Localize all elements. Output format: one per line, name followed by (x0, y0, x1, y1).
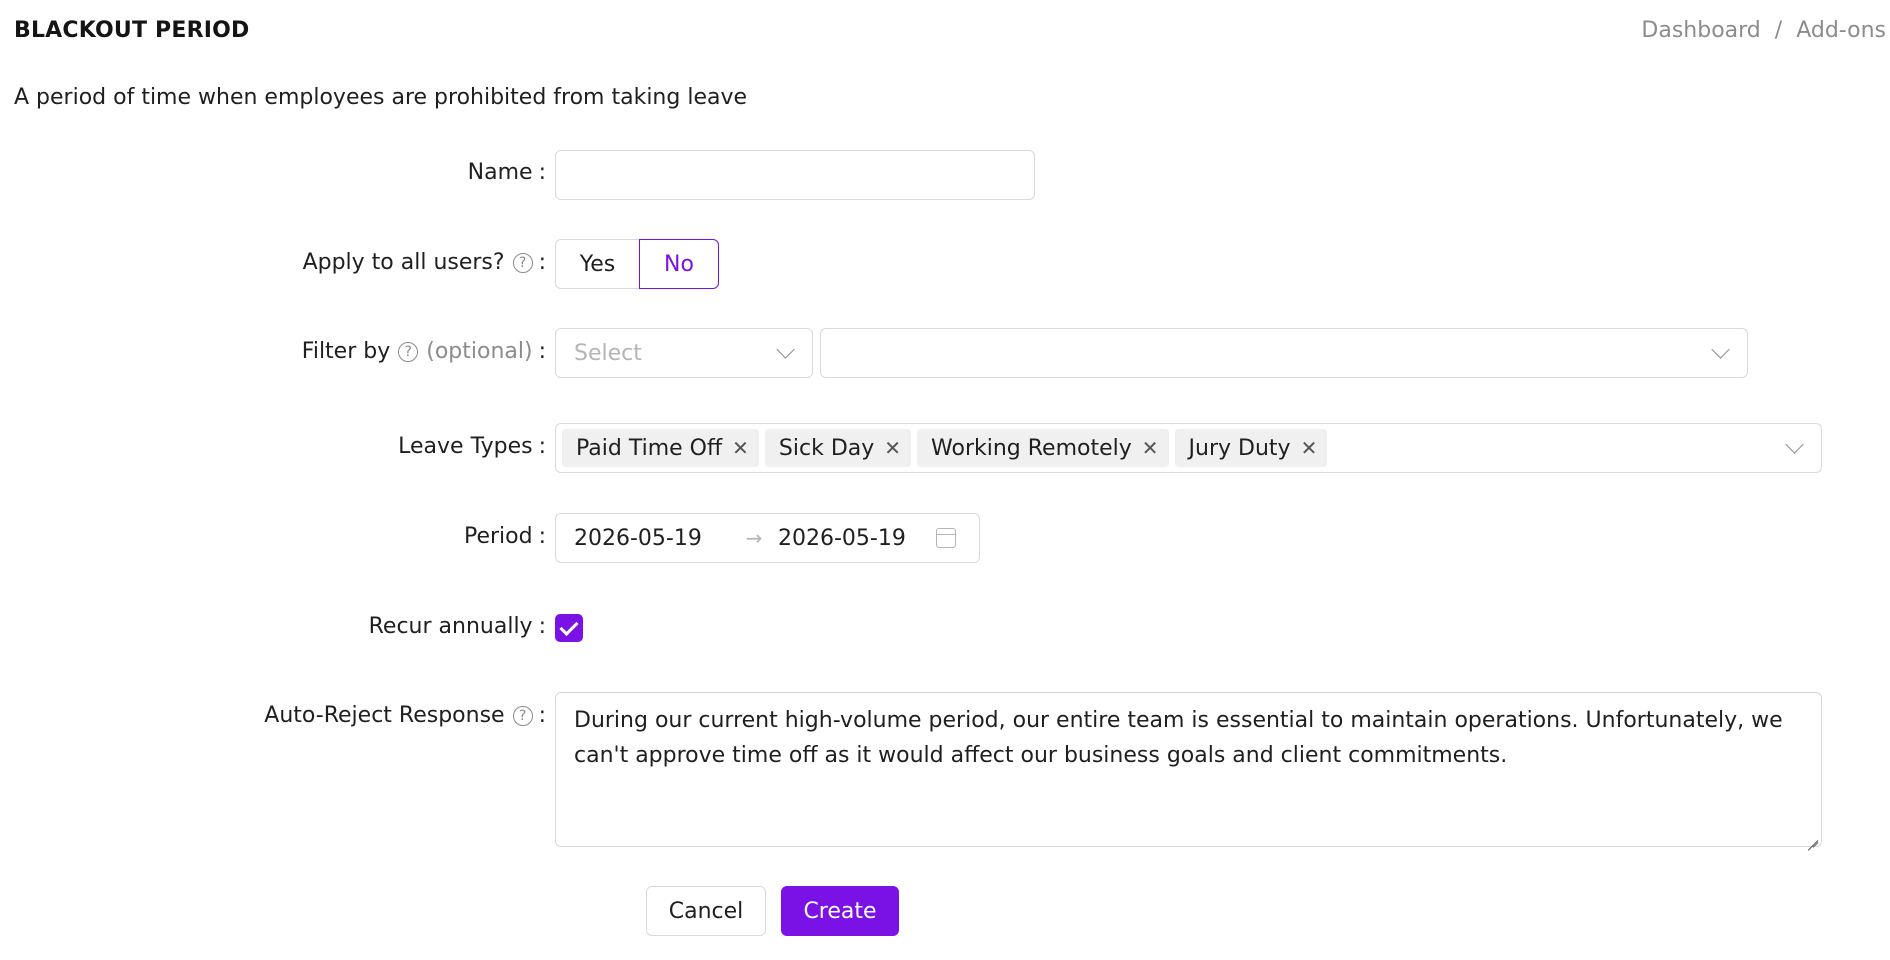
leave-type-tag: Working Remotely ✕ (917, 429, 1169, 467)
recur-label-text: Recur annually (368, 614, 533, 639)
period-label-text: Period (463, 524, 533, 549)
filter-by-label-text: Filter by (301, 339, 391, 364)
recur-label: Recur annually: (369, 614, 546, 639)
help-icon[interactable]: ? (512, 705, 533, 726)
page-title: BLACKOUT PERIOD (14, 18, 250, 43)
recur-annually-checkbox[interactable] (555, 614, 583, 642)
leave-type-tag: Paid Time Off ✕ (562, 429, 759, 467)
leave-type-tag: Jury Duty ✕ (1174, 429, 1328, 467)
apply-all-label-text: Apply to all users? (302, 250, 505, 275)
name-field-wrapper (555, 150, 1035, 200)
apply-all-toggle: Yes No (555, 239, 719, 289)
close-icon[interactable]: ✕ (1301, 436, 1318, 460)
filter-value-select[interactable] (820, 328, 1748, 378)
arrow-right-icon: → (745, 526, 763, 550)
leave-type-tags: Paid Time Off ✕ Sick Day ✕ Working Remotel… (562, 429, 1788, 467)
apply-all-label: Apply to all users? ?: (303, 250, 546, 275)
close-icon[interactable]: ✕ (732, 436, 749, 460)
name-label: Name: (468, 160, 546, 185)
page-description: A period of time when employees are proh… (14, 85, 748, 110)
apply-all-yes-button[interactable]: Yes (555, 239, 639, 289)
auto-reject-label: Auto-Reject Response ?: (264, 703, 546, 728)
colon: : (538, 160, 546, 185)
colon: : (538, 434, 546, 459)
tag-label: Jury Duty (1188, 435, 1291, 461)
leave-type-tag: Sick Day ✕ (764, 429, 912, 467)
period-label: Period: (464, 524, 546, 549)
colon: : (538, 250, 546, 275)
period-range-picker[interactable]: 2026-05-19 → 2026-05-19 (555, 513, 980, 563)
auto-reject-label-text: Auto-Reject Response (264, 703, 505, 728)
name-input[interactable] (556, 151, 1034, 199)
cancel-button[interactable]: Cancel (646, 886, 766, 936)
period-end-input[interactable]: 2026-05-19 (778, 526, 928, 551)
chevron-down-icon (1785, 434, 1804, 454)
filter-by-placeholder: Select (574, 340, 642, 366)
help-icon[interactable]: ? (398, 341, 419, 362)
optional-hint: (optional) (426, 339, 533, 364)
apply-all-no-button[interactable]: No (639, 239, 719, 289)
create-button[interactable]: Create (781, 886, 899, 936)
chevron-down-icon (1711, 339, 1730, 359)
check-icon (559, 616, 579, 636)
colon: : (538, 524, 546, 549)
breadcrumb-dashboard[interactable]: Dashboard (1641, 18, 1760, 43)
period-start-input[interactable]: 2026-05-19 (574, 526, 730, 551)
breadcrumb-add-ons[interactable]: Add-ons (1796, 18, 1886, 43)
colon: : (538, 614, 546, 639)
auto-reject-text: During our current high-volume period, o… (574, 708, 1783, 768)
breadcrumb: Dashboard / Add-ons (1641, 18, 1886, 43)
breadcrumb-separator: / (1774, 18, 1783, 43)
colon: : (538, 339, 546, 364)
filter-by-label: Filter by ? (optional): (302, 339, 546, 364)
calendar-icon[interactable] (936, 528, 956, 548)
name-label-text: Name (467, 160, 533, 185)
leave-types-label-text: Leave Types (398, 434, 533, 459)
chevron-down-icon (776, 339, 795, 359)
leave-types-select[interactable]: Paid Time Off ✕ Sick Day ✕ Working Remotel… (555, 423, 1822, 473)
leave-types-label: Leave Types: (398, 434, 546, 459)
tag-label: Working Remotely (931, 435, 1132, 461)
close-icon[interactable]: ✕ (884, 436, 901, 460)
resize-handle-icon[interactable] (1806, 831, 1818, 843)
help-icon[interactable]: ? (512, 252, 533, 273)
colon: : (538, 703, 546, 728)
tag-label: Paid Time Off (576, 435, 723, 461)
tag-label: Sick Day (778, 435, 875, 461)
filter-by-select[interactable]: Select (555, 328, 813, 378)
auto-reject-textarea[interactable]: During our current high-volume period, o… (555, 692, 1822, 847)
close-icon[interactable]: ✕ (1142, 436, 1159, 460)
